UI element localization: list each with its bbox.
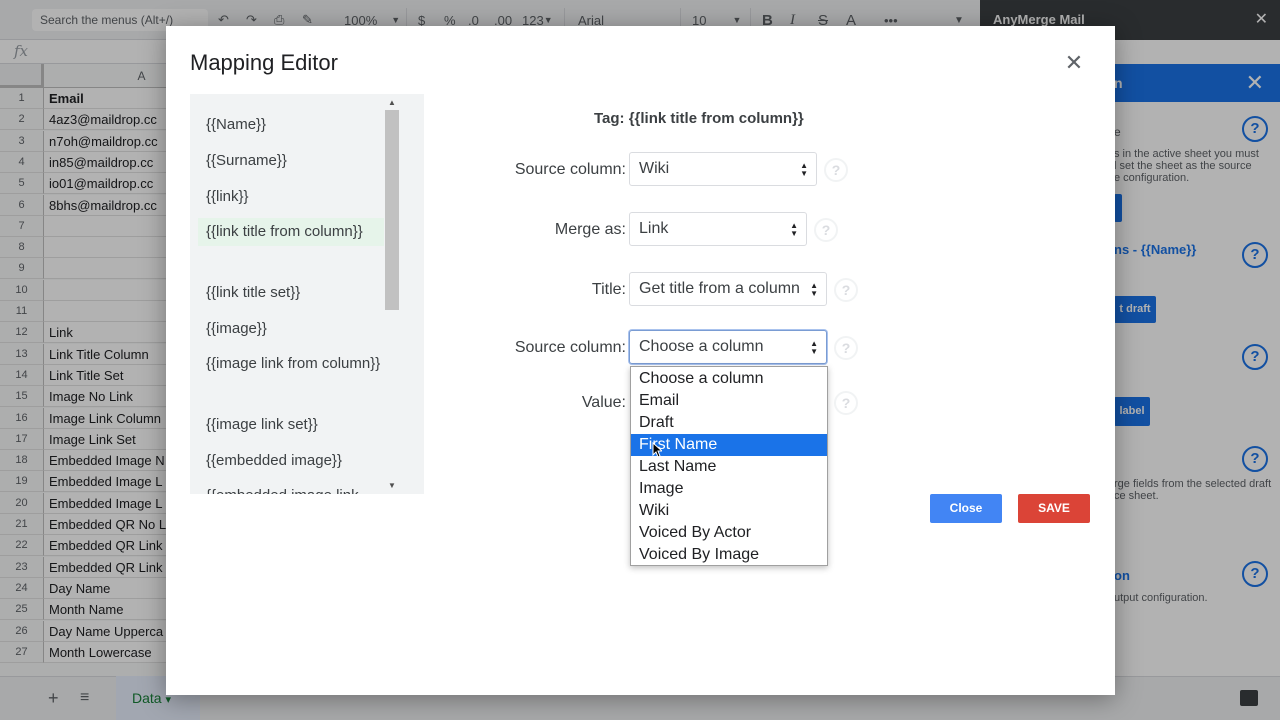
title-source-column-label: Source column: [514, 339, 626, 356]
dropdown-option[interactable]: Wiki [631, 500, 827, 522]
help-icon[interactable]: ? [834, 391, 858, 415]
scrollbar-thumb[interactable] [384, 110, 399, 310]
dropdown-option[interactable]: Image [631, 478, 827, 500]
merge-as-value: Link [639, 220, 669, 237]
close-button[interactable]: Close [930, 494, 1002, 523]
tag-list-item[interactable]: {{embedded image}} [198, 446, 399, 476]
scroll-down-icon[interactable]: ▼ [384, 481, 400, 490]
dialog-close-icon[interactable]: ✕ [1062, 50, 1086, 76]
dropdown-option[interactable]: Draft [631, 412, 827, 434]
title-select[interactable]: Get title from a column ▲ ▼ [629, 272, 827, 306]
mapping-editor-dialog: Mapping Editor ✕ {{Name}} {{Surname}} {{li… [166, 26, 1115, 695]
title-source-column-select[interactable]: Choose a column ▲ ▼ [629, 330, 827, 364]
tag-list-item[interactable]: {{embedded image link from column}} [198, 482, 399, 494]
select-arrows-icon: ▲ ▼ [790, 221, 798, 238]
column-dropdown-list[interactable]: Choose a column Email Draft First Name Last … [630, 366, 828, 566]
tag-list-item[interactable]: {{image}} [198, 314, 399, 344]
source-column-select[interactable]: Wiki ▲ ▼ [629, 152, 817, 186]
source-column-value: Wiki [639, 160, 670, 177]
value-label: Value: [581, 394, 626, 411]
dropdown-option[interactable]: Choose a column [631, 368, 827, 390]
merge-as-label: Merge as: [554, 221, 626, 238]
title-label: Title: [591, 281, 626, 298]
tag-list-item[interactable]: {{Surname}} [198, 146, 399, 176]
title-value: Get title from a column [639, 280, 800, 297]
dropdown-option[interactable]: Last Name [631, 456, 827, 478]
help-icon[interactable]: ? [834, 336, 858, 360]
tag-list-item[interactable]: {{image link set}} [198, 410, 399, 440]
select-arrows-icon: ▲ ▼ [800, 161, 808, 178]
tag-list-item[interactable]: {{link title from column}} [198, 218, 399, 246]
help-icon[interactable]: ? [824, 158, 848, 182]
merge-as-select[interactable]: Link ▲ ▼ [629, 212, 807, 246]
help-icon[interactable]: ? [834, 278, 858, 302]
title-source-column-value: Choose a column [639, 338, 764, 355]
mouse-cursor-icon [652, 442, 662, 458]
tag-heading: Tag: {{link title from column}} [594, 110, 804, 127]
tag-list-item[interactable]: {{link}} [198, 182, 399, 212]
dropdown-option[interactable]: Voiced By Actor [631, 522, 827, 544]
save-button[interactable]: SAVE [1018, 494, 1090, 523]
select-arrows-icon: ▲ ▼ [810, 339, 818, 356]
tag-list-item[interactable]: {{link title set}} [198, 278, 399, 308]
tag-list-item[interactable]: {{Name}} [198, 110, 399, 140]
select-arrows-icon: ▲ ▼ [810, 281, 818, 298]
dropdown-option[interactable]: Voiced By Image [631, 544, 827, 566]
scroll-up-icon[interactable]: ▲ [384, 98, 400, 107]
dropdown-option[interactable]: Email [631, 390, 827, 412]
help-icon[interactable]: ? [814, 218, 838, 242]
tag-list-item[interactable]: {{image link from column}} [198, 350, 399, 378]
source-column-label: Source column: [514, 161, 626, 178]
dialog-title: Mapping Editor [190, 50, 338, 75]
